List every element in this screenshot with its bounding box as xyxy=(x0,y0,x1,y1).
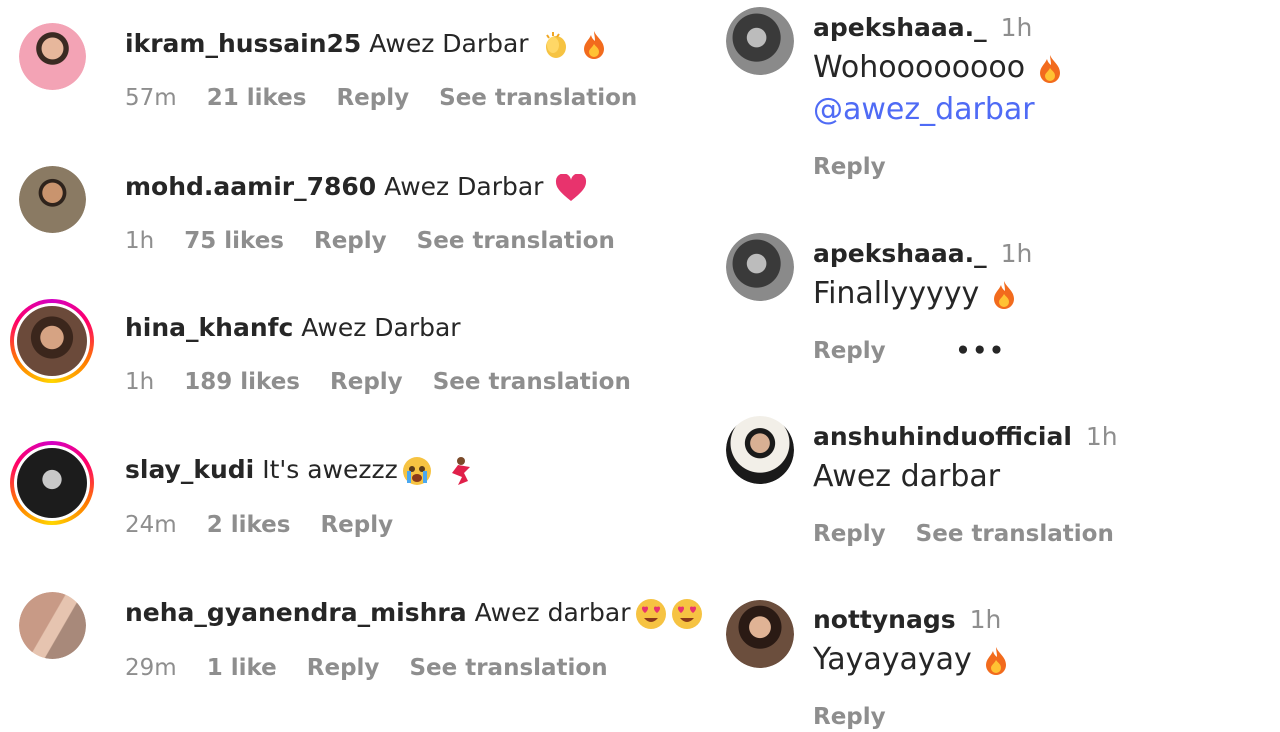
comment-meta: Reply xyxy=(813,152,908,182)
comment-item: slay_kudi It's awezzz 24m 2 likes Reply xyxy=(0,424,710,566)
timestamp: 29m xyxy=(125,655,177,681)
likes-count[interactable]: 21 likes xyxy=(207,85,307,111)
fire-icon xyxy=(1039,54,1060,83)
comment-meta: 1h 75 likes Reply See translation xyxy=(125,226,637,256)
reply-button[interactable]: Reply xyxy=(813,521,886,547)
reply-button[interactable]: Reply xyxy=(813,704,886,730)
username[interactable]: nottynags xyxy=(813,605,956,634)
story-ring-avatar[interactable] xyxy=(10,441,94,525)
dancer-icon xyxy=(451,457,470,485)
more-options-icon[interactable]: ••• xyxy=(956,338,1006,364)
comment-line: slay_kudi It's awezzz xyxy=(125,454,472,486)
heart-eyes-icon xyxy=(671,599,702,629)
comment-header: apekshaaa._ 1h xyxy=(813,238,1032,270)
clap-icon xyxy=(545,32,566,58)
comment-line: Yayayayay xyxy=(813,640,1007,680)
comment-line: Finallyyyyy xyxy=(813,274,1015,314)
comment-item: anshuhinduofficial 1h Awez darbar Reply … xyxy=(710,410,1280,590)
username[interactable]: mohd.aamir_7860 xyxy=(125,172,376,201)
comment-meta: 24m 2 likes Reply xyxy=(125,510,415,540)
reply-button[interactable]: Reply xyxy=(307,655,380,681)
comment-line: hina_khanfc Awez Darbar xyxy=(125,312,461,344)
comment-text: Awez Darbar xyxy=(369,29,529,58)
comment-text: Finallyyyyy xyxy=(813,276,980,311)
avatar[interactable] xyxy=(726,7,794,75)
username[interactable]: hina_khanfc xyxy=(125,313,293,342)
avatar[interactable] xyxy=(726,233,794,301)
see-translation-link[interactable]: See translation xyxy=(433,369,631,395)
heart-icon xyxy=(556,174,587,201)
username[interactable]: ikram_hussain25 xyxy=(125,29,361,58)
see-translation-link[interactable]: See translation xyxy=(916,521,1114,547)
comment-text: Awez darbar xyxy=(474,598,631,627)
comment-header: anshuhinduofficial 1h xyxy=(813,421,1118,453)
comment-meta: 57m 21 likes Reply See translation xyxy=(125,83,659,113)
reply-button[interactable]: Reply xyxy=(813,154,886,180)
see-translation-link[interactable]: See translation xyxy=(439,85,637,111)
fire-icon xyxy=(986,646,1007,675)
avatar[interactable] xyxy=(19,166,86,233)
comment-text: Yayayayay xyxy=(813,642,972,677)
comment-line: Wohoooooooo xyxy=(813,48,1061,88)
comment-meta: Reply ••• xyxy=(813,336,1028,366)
comment-line: mohd.aamir_7860 Awez Darbar xyxy=(125,171,587,203)
comment-text: It's awezzz xyxy=(262,455,398,484)
fire-icon xyxy=(993,280,1014,309)
comment-item: apekshaaa._ 1h Wohoooooooo @awez_darbar … xyxy=(710,0,1280,220)
timestamp: 1h xyxy=(1085,422,1118,451)
comment-item: neha_gyanendra_mishra Awez darbar 29m 1 … xyxy=(0,566,710,720)
comment-item: ikram_hussain25 Awez Darbar 57m 21 likes… xyxy=(0,0,710,140)
avatar[interactable] xyxy=(726,600,794,668)
username[interactable]: anshuhinduofficial xyxy=(813,422,1072,451)
comment-meta: 1h 189 likes Reply See translation xyxy=(125,367,653,397)
timestamp: 24m xyxy=(125,512,177,538)
mention-link[interactable]: @awez_darbar xyxy=(813,92,1035,127)
comment-item: mohd.aamir_7860 Awez Darbar 1h 75 likes … xyxy=(0,140,710,282)
reply-button[interactable]: Reply xyxy=(813,338,886,364)
username[interactable]: apekshaaa._ xyxy=(813,13,987,42)
comment-meta: Reply xyxy=(813,702,908,732)
username[interactable]: neha_gyanendra_mishra xyxy=(125,598,467,627)
username[interactable]: apekshaaa._ xyxy=(813,239,987,268)
comment-line: ikram_hussain25 Awez Darbar xyxy=(125,28,605,60)
reply-button[interactable]: Reply xyxy=(336,85,409,111)
comment-text: Wohoooooooo xyxy=(813,50,1026,85)
comment-item: apekshaaa._ 1h Finallyyyyy Reply ••• xyxy=(710,225,1280,405)
comment-item: hina_khanfc Awez Darbar 1h 189 likes Rep… xyxy=(0,282,710,424)
reply-button[interactable]: Reply xyxy=(330,369,403,395)
avatar[interactable] xyxy=(19,23,86,90)
timestamp: 1h xyxy=(1000,239,1033,268)
story-ring-avatar[interactable] xyxy=(10,299,94,383)
comment-meta: 29m 1 like Reply See translation xyxy=(125,653,630,683)
heart-eyes-icon xyxy=(635,599,666,629)
comment-meta: Reply See translation xyxy=(813,519,1136,549)
comment-item: nottynags 1h Yayayayay Reply xyxy=(710,594,1280,730)
comment-line: neha_gyanendra_mishra Awez darbar xyxy=(125,597,703,630)
username[interactable]: slay_kudi xyxy=(125,455,254,484)
comment-text: Awez darbar xyxy=(813,459,1001,494)
reply-button[interactable]: Reply xyxy=(320,512,393,538)
likes-count[interactable]: 1 like xyxy=(207,655,277,681)
timestamp: 57m xyxy=(125,85,177,111)
fire-icon xyxy=(583,31,604,59)
comment-text: Awez Darbar xyxy=(301,313,461,342)
see-translation-link[interactable]: See translation xyxy=(417,228,615,254)
see-translation-link[interactable]: See translation xyxy=(409,655,607,681)
timestamp: 1h xyxy=(125,369,155,395)
avatar[interactable] xyxy=(726,416,794,484)
comment-line: Awez darbar xyxy=(813,457,1000,497)
likes-count[interactable]: 189 likes xyxy=(184,369,300,395)
likes-count[interactable]: 2 likes xyxy=(207,512,291,538)
crying-face-icon xyxy=(402,457,431,485)
comment-header: nottynags 1h xyxy=(813,604,1001,636)
comment-header: apekshaaa._ 1h xyxy=(813,12,1032,44)
likes-count[interactable]: 75 likes xyxy=(184,228,284,254)
timestamp: 1h xyxy=(125,228,155,254)
comment-text: Awez Darbar xyxy=(384,172,544,201)
comment-line: @awez_darbar xyxy=(813,90,1035,130)
timestamp: 1h xyxy=(1000,13,1033,42)
avatar[interactable] xyxy=(19,592,86,659)
reply-button[interactable]: Reply xyxy=(314,228,387,254)
timestamp: 1h xyxy=(969,605,1002,634)
